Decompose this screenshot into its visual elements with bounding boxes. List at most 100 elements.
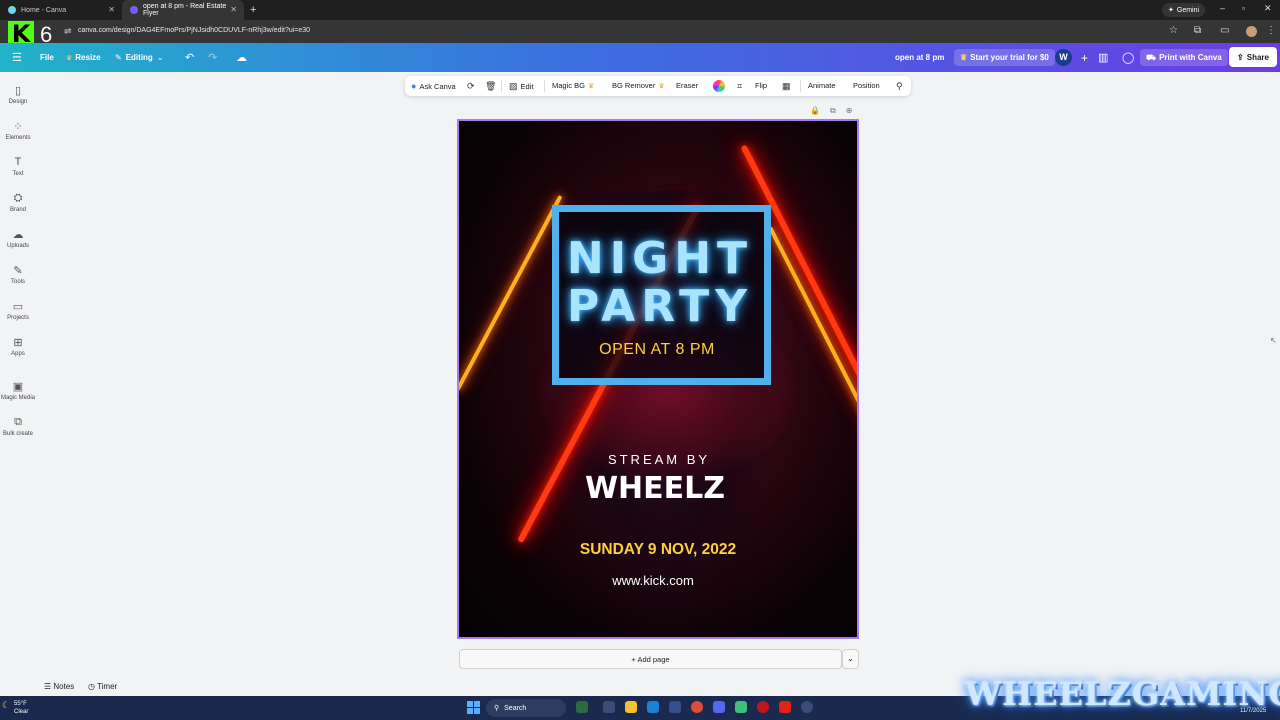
crop-icon[interactable]: ⌗ (737, 81, 742, 92)
color-picker-icon[interactable] (713, 80, 725, 92)
site-info-icon[interactable]: ⇌ (64, 26, 72, 37)
file-menu[interactable]: File (40, 43, 54, 72)
duplicate-page-icon[interactable]: ⧉ (830, 106, 836, 116)
stream-by-text[interactable]: STREAM BY (459, 452, 857, 467)
discord-icon[interactable] (713, 701, 725, 713)
taskbar-app-icon[interactable] (735, 701, 747, 713)
print-with-canva-button[interactable]: ⛟ Print with Canva (1140, 49, 1228, 66)
editing-label: Editing (125, 53, 153, 62)
windows-start-icon[interactable] (467, 701, 480, 714)
editing-mode-dropdown[interactable]: ✎ Editing ⌄ (115, 43, 164, 72)
animate-button[interactable]: Animate (808, 81, 836, 90)
tab-title: Home - Canva (21, 6, 67, 14)
toolbar-divider (800, 80, 801, 92)
open-time-text[interactable]: OPEN AT 8 PM (459, 341, 855, 359)
tab-home-canva[interactable]: Home - Canva ✕ (0, 0, 122, 20)
flip-button[interactable]: Flip (755, 81, 767, 90)
sidebar-item-projects[interactable]: ▭ Projects (0, 300, 36, 321)
file-explorer-icon[interactable] (625, 701, 637, 713)
sidebar-item-magic-media[interactable]: ▣ Magic Media (0, 380, 36, 401)
ask-canva-button[interactable]: ● Ask Canva (411, 81, 456, 91)
insights-icon[interactable]: ▥ (1098, 43, 1108, 72)
trash-icon[interactable]: 🗑 (485, 81, 496, 92)
eraser-button[interactable]: Eraser (676, 81, 698, 90)
extensions-icon[interactable]: ⧉ (1194, 25, 1201, 36)
design-canvas[interactable]: NIGHT PARTY OPEN AT 8 PM STREAM BY WHEEL… (457, 119, 859, 639)
timer-button[interactable]: ◷ Timer (88, 682, 117, 691)
paint-format-icon[interactable]: ⚲ (896, 81, 903, 92)
tab-real-estate-flyer[interactable]: open at 8 pm - Real Estate Flyer ✕ (122, 0, 244, 20)
pencil-icon: ✎ (115, 53, 122, 62)
profile-avatar[interactable] (1246, 26, 1257, 37)
maximize-button[interactable]: ▫ (1242, 3, 1245, 13)
edit-button[interactable]: ▨ Edit (509, 81, 533, 92)
task-view-icon[interactable] (603, 701, 615, 713)
sidebar-item-bulk-create[interactable]: ⧉ Bulk create (0, 416, 36, 437)
undo-button[interactable]: ↶ (185, 43, 194, 72)
taskbar-app-icon[interactable] (669, 701, 681, 713)
cloud-save-icon[interactable]: ☁ (236, 43, 247, 72)
browser-menu-icon[interactable]: ⋮ (1266, 25, 1276, 36)
share-button[interactable]: ⇪ Share (1229, 47, 1277, 67)
sidebar-item-elements[interactable]: ⁘ Elements (0, 120, 36, 141)
streamer-name-text[interactable]: WHEELZ (459, 471, 851, 506)
redo-button[interactable]: ↷ (208, 43, 217, 72)
close-tab-icon[interactable]: ✕ (230, 5, 237, 14)
add-page-icon[interactable]: ⊕ (846, 106, 853, 116)
design-title[interactable]: open at 8 pm (895, 43, 944, 72)
sidepanel-icon[interactable]: ▭ (1220, 25, 1229, 36)
refresh-icon[interactable]: ⟳ (467, 81, 475, 92)
resize-button[interactable]: ♛ Resize (66, 43, 101, 72)
page-controls: 🔒 ⧉ ⊕ (810, 106, 852, 116)
add-page-button[interactable]: + Add page (459, 649, 842, 669)
url-field[interactable]: canva.com/design/DAG4EFmoPrs/PjNJsidh0CD… (78, 27, 310, 34)
close-tab-icon[interactable]: ✕ (108, 5, 115, 14)
event-date-text[interactable]: SUNDAY 9 NOV, 2022 (459, 541, 857, 559)
title-night[interactable]: NIGHT (459, 233, 857, 284)
bg-remover-button[interactable]: BG Remover ♛ (612, 81, 665, 90)
gemini-button[interactable]: ✦ Gemini (1162, 3, 1206, 17)
close-window-button[interactable]: ✕ (1264, 3, 1272, 14)
user-avatar[interactable]: W (1055, 49, 1072, 66)
title-party[interactable]: PARTY (459, 281, 857, 332)
transparency-icon[interactable]: ▦ (782, 81, 791, 92)
website-text[interactable]: www.kick.com (459, 573, 847, 588)
eraser-label: Eraser (676, 81, 699, 90)
position-button[interactable]: Position (853, 81, 880, 90)
search-label: Search (504, 704, 527, 712)
sidebar-item-tools[interactable]: ✎ Tools (0, 264, 36, 285)
minimize-button[interactable]: – (1220, 3, 1225, 13)
crown-icon: ♛ (658, 82, 665, 90)
taskbar-app-icon[interactable] (576, 701, 588, 713)
add-collaborator-button[interactable]: + (1081, 43, 1088, 72)
weather-widget[interactable]: ☾ 55°F Clear (2, 700, 28, 716)
taskbar-search[interactable]: ⚲ Search (486, 699, 566, 717)
sidebar-item-uploads[interactable]: ☁ Uploads (0, 228, 36, 249)
sidebar-item-apps[interactable]: ⊞ Apps (0, 336, 36, 357)
new-tab-button[interactable]: + (250, 4, 256, 16)
sidebar-item-design[interactable]: ▯ Design (0, 84, 36, 105)
share-label: Share (1246, 52, 1269, 62)
lock-icon[interactable]: 🔒 (810, 106, 820, 116)
sidebar-item-label: Bulk create (2, 431, 33, 437)
bookmark-star-icon[interactable]: ☆ (1169, 25, 1178, 36)
tab-title: open at 8 pm - Real Estate Flyer (143, 3, 227, 17)
hamburger-icon[interactable]: ☰ (12, 43, 22, 72)
comment-icon[interactable]: ◯ (1122, 43, 1134, 72)
taskbar-app-icon[interactable] (801, 701, 813, 713)
notes-icon: ☰ (44, 682, 54, 691)
position-label: Position (853, 81, 880, 90)
magic-bg-button[interactable]: Magic BG ♛ (552, 81, 594, 90)
trial-label: Start your trial for $0 (970, 53, 1049, 62)
search-icon: ⚲ (494, 705, 500, 712)
notes-button[interactable]: ☰ Notes (44, 682, 74, 691)
sidebar-item-brand[interactable]: ⛭ Brand (0, 192, 36, 213)
start-trial-button[interactable]: ♛ Start your trial for $0 (954, 49, 1055, 66)
edge-icon[interactable] (647, 701, 659, 713)
image-edit-toolbar: ● Ask Canva ⟳ 🗑 ▨ Edit Magic BG ♛ BG Remove… (405, 76, 911, 96)
obs-icon[interactable] (757, 701, 769, 713)
youtube-icon[interactable] (779, 701, 791, 713)
chrome-icon[interactable] (691, 701, 703, 713)
sidebar-item-text[interactable]: T Text (0, 156, 36, 177)
chevron-down-icon[interactable]: ⌄ (842, 649, 859, 669)
